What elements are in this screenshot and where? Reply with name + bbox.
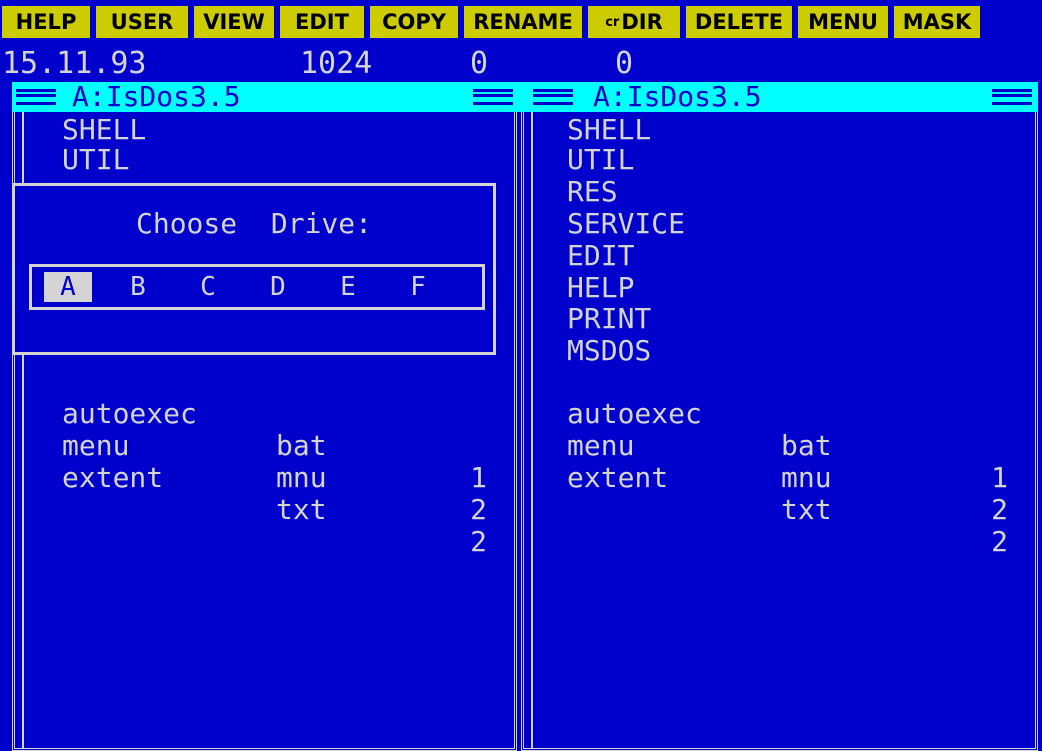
right-panel[interactable]: A:IsDos3.5 SHELL UTIL RES SERVICE EDIT H…: [517, 82, 1038, 751]
left-panel-path: A:IsDos3.5: [72, 80, 241, 113]
left-dir-row[interactable]: UTIL: [12, 144, 517, 176]
status-line: 15.11.93 1024 0 0: [0, 44, 1042, 84]
right-dir-row[interactable]: PRINT: [517, 303, 1038, 335]
drive-c-option[interactable]: C: [184, 272, 232, 302]
drive-a-option[interactable]: A: [44, 272, 92, 302]
choose-drive-title: Choose Drive:: [135, 207, 372, 240]
menu-copy-button[interactable]: COPY: [370, 6, 458, 38]
left-panel-title-bars-right-icon: [473, 89, 513, 105]
menu-view-button[interactable]: VIEW: [194, 6, 274, 38]
right-dir-row[interactable]: SERVICE: [517, 208, 1038, 240]
left-file-row[interactable]: extent txt 2: [12, 430, 517, 558]
right-file-row[interactable]: autoexec bat 1: [517, 366, 1038, 494]
right-panel-path: A:IsDos3.5: [593, 80, 762, 113]
menu-mask-button[interactable]: MASK: [894, 6, 980, 38]
menu-cr-dir-button[interactable]: cr DIR: [588, 6, 680, 38]
right-panel-title-bars-left-icon: [533, 89, 573, 105]
menu-help-button[interactable]: HELP: [2, 6, 90, 38]
drive-selector: A B C D E F: [29, 264, 485, 310]
status-free-space: 1024: [300, 46, 373, 81]
right-file-row[interactable]: extent txt 2: [517, 430, 1038, 558]
right-dir-row[interactable]: MSDOS: [517, 335, 1038, 367]
drive-e-option[interactable]: E: [324, 272, 372, 302]
menu-user-button[interactable]: USER: [96, 6, 188, 38]
status-right-count: 0: [615, 46, 634, 81]
menu-edit-button[interactable]: EDIT: [280, 6, 364, 38]
choose-drive-dialog: Choose Drive: A B C D E F: [12, 183, 496, 355]
right-dir-row[interactable]: EDIT: [517, 240, 1038, 272]
right-dir-row[interactable]: SHELL: [517, 114, 1038, 146]
right-dir-row[interactable]: UTIL: [517, 144, 1038, 176]
screen: HELP USER VIEW EDIT COPY RENAME cr DIR DE…: [0, 0, 1042, 751]
menu-delete-button[interactable]: DELETE: [686, 6, 792, 38]
right-file-row[interactable]: menu mnu 2: [517, 398, 1038, 526]
right-dir-row[interactable]: RES: [517, 176, 1038, 208]
left-dir-row[interactable]: SHELL: [12, 114, 517, 146]
right-panel-title-bar: A:IsDos3.5: [517, 82, 1038, 112]
status-date: 15.11.93: [2, 46, 147, 81]
menu-rename-button[interactable]: RENAME: [464, 6, 582, 38]
left-panel-title-bars-left-icon: [16, 89, 56, 105]
menu-bar: HELP USER VIEW EDIT COPY RENAME cr DIR DE…: [0, 0, 1042, 44]
drive-f-option[interactable]: F: [394, 272, 442, 302]
left-file-row[interactable]: autoexec bat 1: [12, 366, 517, 494]
left-panel-title-bar: A:IsDos3.5: [12, 82, 517, 112]
drive-d-option[interactable]: D: [254, 272, 302, 302]
left-file-row[interactable]: menu mnu 2: [12, 398, 517, 526]
menu-menu-button[interactable]: MENU: [798, 6, 888, 38]
right-dir-row[interactable]: HELP: [517, 272, 1038, 304]
drive-b-option[interactable]: B: [114, 272, 162, 302]
status-left-count: 0: [470, 46, 489, 81]
right-panel-title-bars-right-icon: [992, 89, 1032, 105]
